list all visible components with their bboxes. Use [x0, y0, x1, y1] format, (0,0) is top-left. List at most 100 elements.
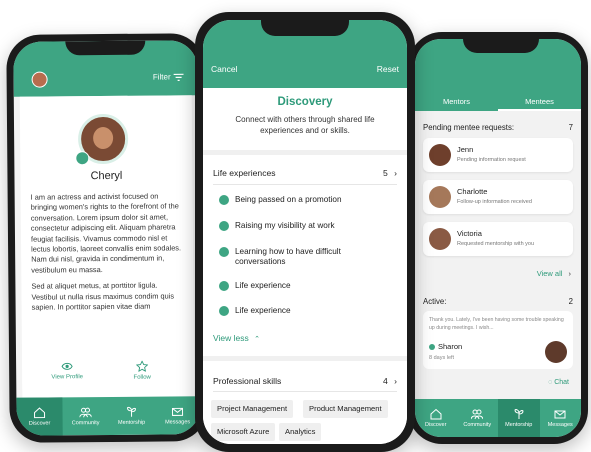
- request-name: Victoria: [457, 229, 482, 238]
- professional-skills-header[interactable]: Professional skills 4 ›: [213, 376, 397, 386]
- mail-icon: [554, 410, 566, 419]
- profile-badge-icon: [75, 151, 90, 166]
- bio-paragraph-2: Sed at aliquet metus, at porttitor ligul…: [31, 280, 175, 312]
- tab-label: Community: [463, 422, 492, 428]
- pending-label: Pending mentee requests:: [423, 123, 515, 132]
- experience-label: Being passed on a promotion: [235, 195, 342, 204]
- globe-icon: [219, 195, 229, 205]
- experience-label: Raising my visibility at work: [235, 221, 335, 230]
- tab-label: Mentorship: [117, 419, 146, 426]
- chevron-right-icon: ›: [394, 376, 397, 386]
- request-avatar: [429, 186, 451, 208]
- chevron-right-icon: ›: [568, 269, 572, 278]
- request-card[interactable]: Victoria Requested mentorship with you: [423, 222, 573, 256]
- tab-label: Messages: [165, 419, 191, 426]
- active-message: Thank you. Lately, I've been having some…: [429, 317, 564, 331]
- user-avatar[interactable]: [31, 71, 48, 88]
- globe-icon: [219, 281, 229, 291]
- request-status: Follow-up information received: [457, 199, 532, 205]
- follow-label: Follow: [133, 374, 151, 381]
- eye-icon: [61, 362, 73, 370]
- chat-label: Chat: [554, 379, 569, 386]
- tab-mentees[interactable]: Mentees: [498, 97, 581, 111]
- chevron-up-icon: ⌃: [254, 336, 260, 343]
- skill-chip[interactable]: Microsoft Azure: [211, 423, 276, 441]
- skill-chip[interactable]: Project Management: [211, 400, 294, 418]
- view-profile-label: View Profile: [51, 374, 84, 381]
- right-tab-bar: Discover Community Mentorship Messages: [415, 399, 581, 437]
- community-icon: [471, 409, 484, 420]
- request-status: Requested mentorship with you: [457, 241, 535, 247]
- profile-bio: I am an actress and activist focused on …: [31, 191, 186, 313]
- chat-bubble-icon: ◌: [548, 379, 553, 386]
- active-name: Sharon: [438, 342, 463, 351]
- skill-chip[interactable]: Analytics: [279, 423, 322, 441]
- tab-community[interactable]: Community: [457, 399, 499, 437]
- plant-icon: [126, 406, 136, 417]
- experience-label: Life experience: [235, 306, 291, 315]
- request-name: Jenn: [457, 145, 474, 154]
- tab-mentorship[interactable]: Mentorship: [498, 399, 540, 437]
- experience-label: Life experience: [235, 281, 291, 290]
- section-count: 5: [382, 168, 388, 178]
- profile-card: Cheryl I am an actress and activist focu…: [19, 95, 195, 405]
- left-tab-bar: Discover Community Mentorship Messages: [16, 396, 201, 436]
- globe-icon: [219, 247, 229, 257]
- discovery-panel: Discovery Connect with others through sh…: [203, 88, 407, 444]
- skill-chip[interactable]: Product Management: [303, 400, 388, 418]
- active-count: 2: [568, 297, 573, 306]
- online-dot-icon: [429, 344, 435, 350]
- request-avatar: [429, 228, 451, 250]
- profile-name: Cheryl: [90, 169, 123, 183]
- community-icon: [79, 407, 92, 418]
- center-phone: Cancel Reset Discovery Connect with othe…: [195, 12, 415, 452]
- active-card[interactable]: Thank you. Lately, I've been having some…: [423, 311, 573, 369]
- view-less-label: View less: [213, 333, 249, 343]
- follow-button[interactable]: Follow: [122, 360, 162, 381]
- section-label: Life experiences: [213, 168, 276, 178]
- experience-label: Learning how to have difficult conversat…: [235, 247, 341, 266]
- life-experiences-header[interactable]: Life experiences 5 ›: [213, 168, 397, 178]
- section-count: 4: [382, 376, 388, 386]
- view-profile-button[interactable]: View Profile: [42, 361, 92, 380]
- chat-button[interactable]: ◌ Chat: [548, 379, 569, 386]
- tab-community[interactable]: Community: [62, 397, 108, 435]
- globe-icon: [219, 221, 229, 231]
- tab-messages[interactable]: Messages: [540, 399, 582, 437]
- home-icon: [430, 408, 442, 420]
- tab-discover[interactable]: Discover: [16, 397, 63, 436]
- pending-count: 7: [568, 123, 573, 132]
- filter-icon: [173, 73, 184, 81]
- request-status: Pending information request: [457, 157, 526, 163]
- tab-discover[interactable]: Discover: [415, 399, 457, 437]
- plant-icon: [514, 409, 524, 419]
- request-card[interactable]: Jenn Pending information request: [423, 138, 573, 172]
- page-subtitle: Connect with others through shared life …: [235, 115, 375, 135]
- globe-icon: [219, 306, 229, 316]
- left-phone-screen: Filter Cheryl I am an actress and activi…: [13, 40, 201, 436]
- home-icon: [34, 407, 46, 419]
- right-phone: Mentors Mentees Pending mentee requests:…: [408, 32, 588, 444]
- filter-label: Filter: [152, 72, 171, 82]
- tab-label: Mentorship: [505, 422, 533, 428]
- tab-label: Community: [71, 420, 100, 427]
- request-name: Charlotte: [457, 187, 488, 196]
- reset-button[interactable]: Reset: [377, 64, 399, 74]
- view-less-link[interactable]: View less ⌃: [213, 333, 260, 343]
- active-avatar: [545, 341, 567, 363]
- tab-label: Messages: [547, 422, 573, 428]
- tab-messages[interactable]: Messages: [154, 396, 200, 434]
- view-all-link[interactable]: View all ›: [537, 269, 571, 278]
- tab-mentors[interactable]: Mentors: [415, 97, 498, 111]
- tab-label: Discover: [28, 420, 51, 427]
- active-days: 8 days left: [429, 355, 455, 361]
- active-label: Active:: [423, 297, 447, 306]
- request-card[interactable]: Charlotte Follow-up information received: [423, 180, 573, 214]
- center-phone-screen: Cancel Reset Discovery Connect with othe…: [203, 20, 407, 444]
- filter-button[interactable]: Filter: [152, 72, 184, 82]
- right-phone-screen: Mentors Mentees Pending mentee requests:…: [415, 39, 581, 437]
- request-avatar: [429, 144, 451, 166]
- tab-mentorship[interactable]: Mentorship: [108, 397, 154, 435]
- section-label: Professional skills: [213, 376, 282, 386]
- cancel-button[interactable]: Cancel: [211, 64, 237, 74]
